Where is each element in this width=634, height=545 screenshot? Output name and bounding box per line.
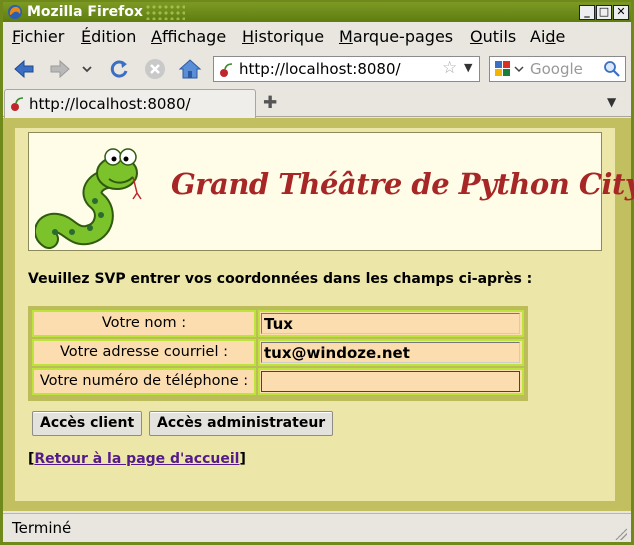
navigation-toolbar: ☆ ▼: [3, 51, 631, 87]
contact-form: Votre nom : Votre adresse courriel : Vot…: [28, 306, 528, 401]
email-label: Votre adresse courriel :: [32, 339, 256, 366]
menu-affichage[interactable]: Affichage: [151, 27, 226, 46]
reload-icon[interactable]: [106, 56, 132, 82]
minimize-button[interactable]: _: [579, 5, 595, 20]
back-to-home-link[interactable]: Retour à la page d'accueil: [34, 451, 239, 467]
tab-list-chevron-icon[interactable]: ▼: [607, 95, 616, 109]
python-snake-logo: [35, 148, 142, 249]
back-link-container: [Retour à la page d'accueil]: [28, 451, 246, 467]
url-bar[interactable]: ☆ ▼: [213, 56, 480, 82]
stop-icon[interactable]: [142, 56, 168, 82]
menu-fichier[interactable]: Fichier: [12, 27, 64, 46]
resize-grip[interactable]: [615, 528, 627, 540]
admin-access-button[interactable]: Accès administrateur: [149, 411, 334, 436]
history-dropdown-icon[interactable]: [79, 56, 95, 82]
bookmark-star-icon[interactable]: ☆: [442, 58, 457, 78]
name-label: Votre nom :: [32, 310, 256, 337]
page-viewport: Grand Théâtre de Python City Veuillez SV…: [3, 118, 634, 511]
status-text: Terminé: [12, 519, 72, 537]
form-row-email: Votre adresse courriel :: [32, 339, 524, 366]
menu-historique[interactable]: Historique: [242, 27, 324, 46]
forward-arrow-icon[interactable]: [47, 56, 73, 82]
site-favicon-icon: [220, 63, 233, 77]
site-favicon-icon: [11, 97, 24, 111]
status-bar: Terminé: [3, 513, 631, 542]
search-icon[interactable]: [603, 60, 621, 78]
search-bar[interactable]: [489, 56, 626, 82]
menu-edition[interactable]: Édition: [81, 27, 136, 46]
url-input[interactable]: [239, 59, 439, 79]
phone-label: Votre numéro de téléphone :: [32, 368, 256, 395]
page-body: Grand Théâtre de Python City Veuillez SV…: [15, 128, 634, 501]
banner-title: Grand Théâtre de Python City: [171, 167, 634, 201]
firefox-icon: [8, 5, 22, 19]
titlebar-grip: [145, 4, 185, 20]
tab-strip: http://localhost:8080/ ✚ ▼: [3, 89, 631, 118]
new-tab-plus-icon[interactable]: ✚: [263, 93, 277, 113]
google-engine-icon[interactable]: [493, 60, 527, 78]
title-bar[interactable]: Mozilla Firefox _ □ ✕: [3, 2, 631, 22]
menu-bar: Fichier Édition Affichage Historique Mar…: [3, 22, 631, 50]
phone-field[interactable]: [261, 371, 520, 392]
maximize-button[interactable]: □: [596, 5, 612, 20]
menu-aide[interactable]: Aide: [530, 27, 565, 46]
intro-text: Veuillez SVP entrer vos coordonnées dans…: [28, 271, 533, 287]
menu-marque-pages[interactable]: Marque-pages: [339, 27, 453, 46]
phone-cell: [258, 368, 524, 395]
back-arrow-icon[interactable]: [11, 56, 37, 82]
browser-client: Fichier Édition Affichage Historique Mar…: [3, 22, 634, 542]
search-input[interactable]: [530, 59, 602, 79]
back-link-close-bracket: ]: [239, 451, 246, 467]
email-cell: [258, 339, 524, 366]
firefox-window: Mozilla Firefox _ □ ✕ Fichier Édition Af…: [0, 0, 634, 545]
page-banner: Grand Théâtre de Python City: [28, 132, 634, 251]
menu-outils[interactable]: Outils: [470, 27, 516, 46]
form-row-name: Votre nom :: [32, 310, 524, 337]
url-dropdown-icon[interactable]: ▼: [464, 61, 472, 74]
close-button[interactable]: ✕: [613, 5, 629, 20]
client-access-button[interactable]: Accès client: [32, 411, 143, 436]
tab-label: http://localhost:8080/: [29, 95, 191, 113]
email-field[interactable]: [261, 342, 520, 363]
name-cell: [258, 310, 524, 337]
tab-localhost[interactable]: http://localhost:8080/: [4, 89, 256, 118]
home-icon[interactable]: [177, 56, 203, 82]
window-title: Mozilla Firefox: [27, 4, 143, 20]
name-field[interactable]: [261, 313, 520, 334]
form-row-phone: Votre numéro de téléphone :: [32, 368, 524, 395]
